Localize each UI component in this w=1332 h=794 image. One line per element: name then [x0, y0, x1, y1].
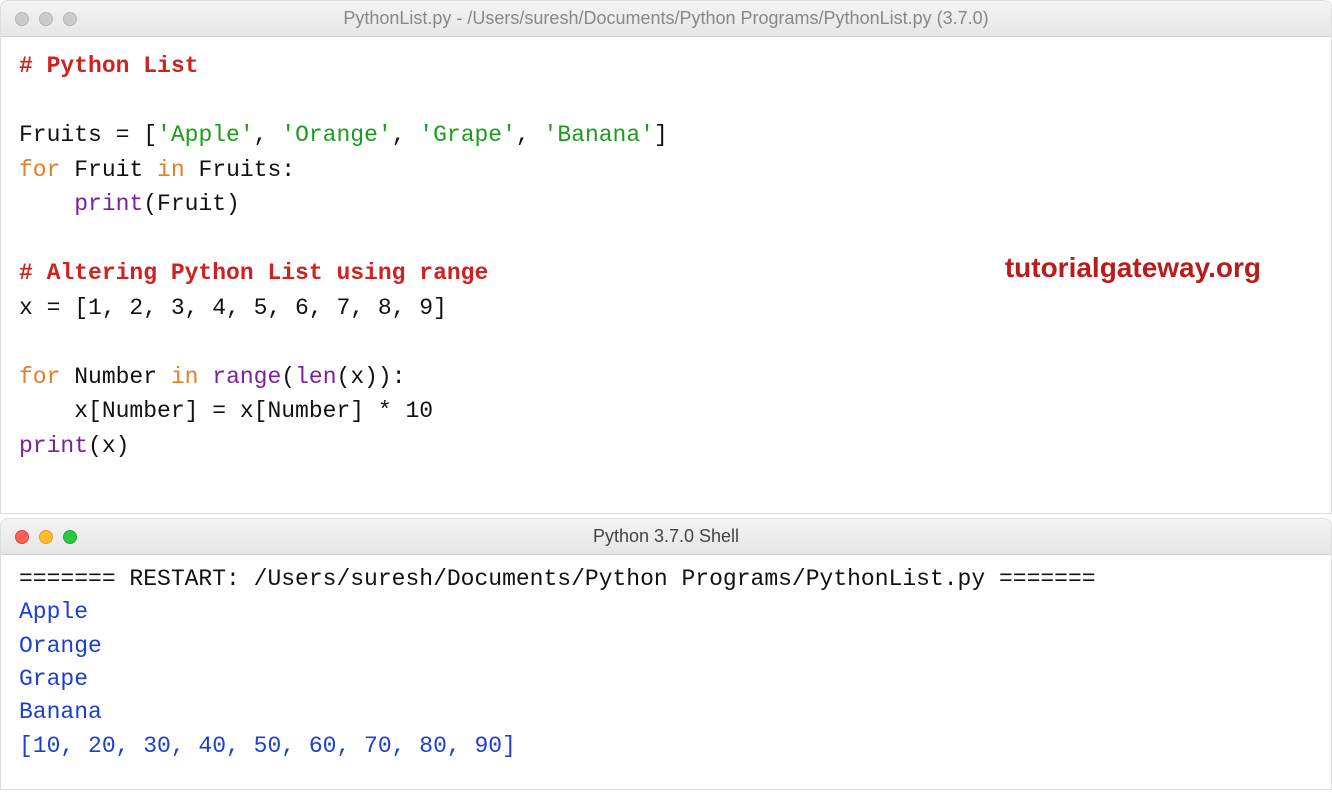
code-text: Fruits:: [185, 157, 295, 183]
watermark: tutorialgateway.org: [1005, 247, 1261, 289]
code-text: [19, 191, 74, 217]
code-keyword: in: [157, 157, 185, 183]
code-text: ,: [254, 122, 282, 148]
code-string: 'Grape': [419, 122, 516, 148]
code-text: Fruit: [60, 157, 157, 183]
code-comment: # Altering Python List using range: [19, 260, 488, 286]
code-string: 'Apple': [157, 122, 254, 148]
shell-line: [10, 20, 30, 40, 50, 60, 70, 80, 90]: [19, 733, 516, 759]
code-text: ,: [392, 122, 420, 148]
code-text: (x): [88, 433, 129, 459]
window-controls: [1, 530, 77, 544]
minimize-icon[interactable]: [39, 12, 53, 26]
shell-window: Python 3.7.0 Shell ======= RESTART: /Use…: [0, 518, 1332, 790]
code-text: ]: [654, 122, 668, 148]
code-builtin: len: [295, 364, 336, 390]
code-text: x[Number] = x[Number] * 10: [19, 398, 433, 424]
shell-title: Python 3.7.0 Shell: [1, 526, 1331, 547]
code-string: 'Orange': [281, 122, 391, 148]
code-builtin: range: [212, 364, 281, 390]
minimize-icon[interactable]: [39, 530, 53, 544]
code-text: x = [1, 2, 3, 4, 5, 6, 7, 8, 9]: [19, 295, 447, 321]
code-builtin: print: [19, 433, 88, 459]
editor-title: PythonList.py - /Users/suresh/Documents/…: [1, 8, 1331, 29]
shell-output[interactable]: ======= RESTART: /Users/suresh/Documents…: [1, 555, 1331, 773]
window-controls: [1, 12, 77, 26]
code-keyword: for: [19, 157, 60, 183]
code-text: Fruits = [: [19, 122, 157, 148]
editor-titlebar[interactable]: PythonList.py - /Users/suresh/Documents/…: [1, 1, 1331, 37]
close-icon[interactable]: [15, 530, 29, 544]
code-keyword: for: [19, 364, 60, 390]
code-keyword: in: [171, 364, 199, 390]
shell-line: Grape: [19, 666, 88, 692]
code-editor[interactable]: # Python List Fruits = ['Apple', 'Orange…: [1, 37, 1331, 477]
code-text: ,: [516, 122, 544, 148]
code-text: Number: [60, 364, 170, 390]
close-icon[interactable]: [15, 12, 29, 26]
shell-restart-line: ======= RESTART: /Users/suresh/Documents…: [19, 566, 1096, 592]
editor-window: PythonList.py - /Users/suresh/Documents/…: [0, 0, 1332, 514]
code-text: [198, 364, 212, 390]
code-text: (: [281, 364, 295, 390]
code-text: (Fruit): [143, 191, 240, 217]
maximize-icon[interactable]: [63, 530, 77, 544]
shell-line: Orange: [19, 633, 102, 659]
shell-line: Banana: [19, 699, 102, 725]
maximize-icon[interactable]: [63, 12, 77, 26]
shell-line: Apple: [19, 599, 88, 625]
shell-titlebar[interactable]: Python 3.7.0 Shell: [1, 519, 1331, 555]
code-comment: # Python List: [19, 53, 198, 79]
code-text: (x)):: [337, 364, 406, 390]
code-string: 'Banana': [544, 122, 654, 148]
code-builtin: print: [74, 191, 143, 217]
